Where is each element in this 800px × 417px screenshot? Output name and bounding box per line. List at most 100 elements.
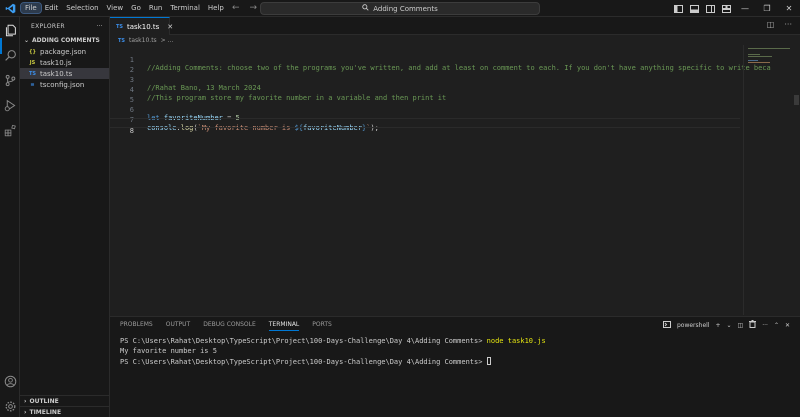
menu-selection[interactable]: Selection [62, 3, 102, 13]
line-number: 8 [129, 127, 134, 135]
config-file-icon: ≡ [30, 81, 35, 88]
terminal-output[interactable]: PS C:\Users\Rahat\Desktop\TypeScript\Pro… [120, 337, 546, 367]
more-actions-icon[interactable]: ··· [784, 20, 792, 29]
terminal-line: My favorite number is 5 [120, 347, 546, 357]
active-indicator [0, 38, 2, 54]
panel-tabs: PROBLEMS OUTPUT DEBUG CONSOLE TERMINAL P… [120, 321, 332, 331]
split-editor-icon[interactable]: ◫ [767, 20, 775, 29]
menu-terminal[interactable]: Terminal [166, 3, 204, 13]
tab-output[interactable]: OUTPUT [166, 321, 190, 331]
file-name: task10.js [40, 58, 72, 67]
file-package-json[interactable]: {} package.json [20, 46, 109, 57]
terminal-line: PS C:\Users\Rahat\Desktop\TypeScript\Pro… [120, 337, 546, 347]
split-terminal-icon[interactable]: ◫ [738, 322, 744, 329]
search-label: Adding Comments [373, 4, 438, 13]
restore-icon[interactable]: ❐ [756, 0, 778, 17]
minimize-icon[interactable]: — [734, 0, 756, 17]
terminal-prompt: PS C:\Users\Rahat\Desktop\TypeScript\Pro… [120, 337, 487, 345]
ts-file-icon: TS [116, 23, 124, 30]
explorer-header: EXPLORER ··· [20, 17, 109, 35]
minimap-line [748, 60, 758, 61]
chevron-down-icon[interactable]: ⌄ [727, 322, 732, 329]
json-file-icon: {} [28, 48, 37, 55]
timeline-section[interactable]: › TIMELINE [20, 406, 110, 417]
navigation-arrows: ← → [232, 3, 257, 13]
chevron-right-icon: › [24, 397, 27, 405]
file-name: task10.ts [40, 69, 73, 78]
file-task10-js[interactable]: JS task10.js [20, 57, 109, 68]
breadcrumb: TS task10.ts > ... [118, 37, 173, 44]
add-terminal-icon[interactable]: + [715, 322, 720, 329]
chevron-right-icon: › [24, 408, 27, 416]
toggle-secondary-sidebar-icon[interactable] [705, 4, 715, 14]
terminal-command: node task10.js [486, 337, 546, 345]
menu-bar: File Edit Selection View Go Run Terminal… [20, 2, 228, 14]
editor-actions: ◫ ··· [767, 20, 792, 29]
maximize-panel-icon[interactable]: ⌃ [774, 322, 779, 329]
minimap-line [748, 62, 770, 63]
back-arrow-icon[interactable]: ← [232, 3, 240, 13]
file-tsconfig-json[interactable]: ≡ tsconfig.json [20, 79, 109, 90]
timeline-label: TIMELINE [29, 408, 62, 416]
breadcrumb-file[interactable]: task10.ts [129, 37, 157, 44]
source-control-icon[interactable] [3, 73, 17, 87]
menu-help[interactable]: Help [204, 3, 228, 13]
tab-ports[interactable]: PORTS [312, 321, 332, 331]
menu-view[interactable]: View [103, 3, 128, 13]
code-line: 6 let favoriteNumber = 5 [110, 98, 740, 122]
code-editor[interactable]: 1 //Adding Comments: choose two of the p… [110, 45, 800, 315]
editor-tabs: TS task10.ts ✕ ◫ ··· [110, 17, 800, 35]
search-icon[interactable] [3, 48, 17, 62]
toggle-panel-icon[interactable] [689, 4, 699, 14]
file-task10-ts[interactable]: TS task10.ts [20, 68, 109, 79]
account-icon[interactable] [3, 374, 17, 388]
minimap[interactable] [743, 45, 793, 315]
tab-problems[interactable]: PROBLEMS [120, 321, 153, 331]
close-icon[interactable]: ✕ [778, 0, 800, 17]
file-name: tsconfig.json [40, 80, 85, 89]
tab-label: task10.ts [127, 22, 160, 31]
extensions-icon[interactable] [3, 123, 17, 137]
menu-file[interactable]: File [20, 2, 42, 14]
shell-name[interactable]: powershell [677, 322, 710, 329]
forward-arrow-icon[interactable]: → [250, 3, 258, 13]
current-line: 8 [110, 118, 740, 135]
tab-debug-console[interactable]: DEBUG CONSOLE [203, 321, 256, 331]
code-line: 4 //This program store my favorite numbe… [110, 78, 740, 102]
breadcrumb-separator: > ... [160, 37, 174, 44]
scrollbar-thumb[interactable] [794, 95, 799, 105]
close-tab-icon[interactable]: ✕ [167, 23, 173, 31]
outline-label: OUTLINE [29, 397, 59, 405]
terminal-icon [662, 320, 671, 330]
tab-task10-ts[interactable]: TS task10.ts ✕ [110, 17, 173, 35]
chevron-down-icon: ⌄ [24, 37, 30, 44]
title-bar-controls: — ❐ ✕ [670, 0, 800, 17]
editor-scrollbar[interactable] [793, 45, 800, 315]
code-line: 2 [110, 58, 740, 74]
folder-name: ADDING COMMENTS [32, 37, 100, 44]
menu-edit[interactable]: Edit [41, 3, 63, 13]
search-icon [362, 4, 369, 13]
folder-header[interactable]: ⌄ ADDING COMMENTS [20, 35, 109, 46]
file-name: package.json [40, 47, 87, 56]
terminal-prompt: PS C:\Users\Rahat\Desktop\TypeScript\Pro… [120, 358, 487, 366]
activity-bar [0, 17, 20, 417]
menu-run[interactable]: Run [145, 3, 166, 13]
close-panel-icon[interactable]: ✕ [785, 322, 790, 329]
explorer-title: EXPLORER [31, 22, 65, 30]
bottom-panel: PROBLEMS OUTPUT DEBUG CONSOLE TERMINAL P… [110, 316, 800, 417]
settings-gear-icon[interactable] [3, 399, 17, 413]
more-actions-icon[interactable]: ··· [762, 322, 768, 329]
toggle-primary-sidebar-icon[interactable] [673, 4, 683, 14]
command-center-search[interactable]: Adding Comments [260, 2, 540, 15]
customize-layout-icon[interactable] [721, 4, 731, 14]
explorer-icon[interactable] [3, 23, 17, 37]
panel-actions: powershell + ⌄ ◫ ··· ⌃ ✕ [662, 320, 790, 330]
outline-section[interactable]: › OUTLINE [20, 395, 110, 406]
code-line: 3 //Rahat Bano, 13 March 2024 [110, 68, 740, 92]
more-actions-icon[interactable]: ··· [96, 23, 103, 30]
trash-icon[interactable] [749, 320, 757, 330]
menu-go[interactable]: Go [127, 3, 145, 13]
tab-terminal[interactable]: TERMINAL [268, 321, 300, 331]
run-debug-icon[interactable] [3, 98, 17, 112]
